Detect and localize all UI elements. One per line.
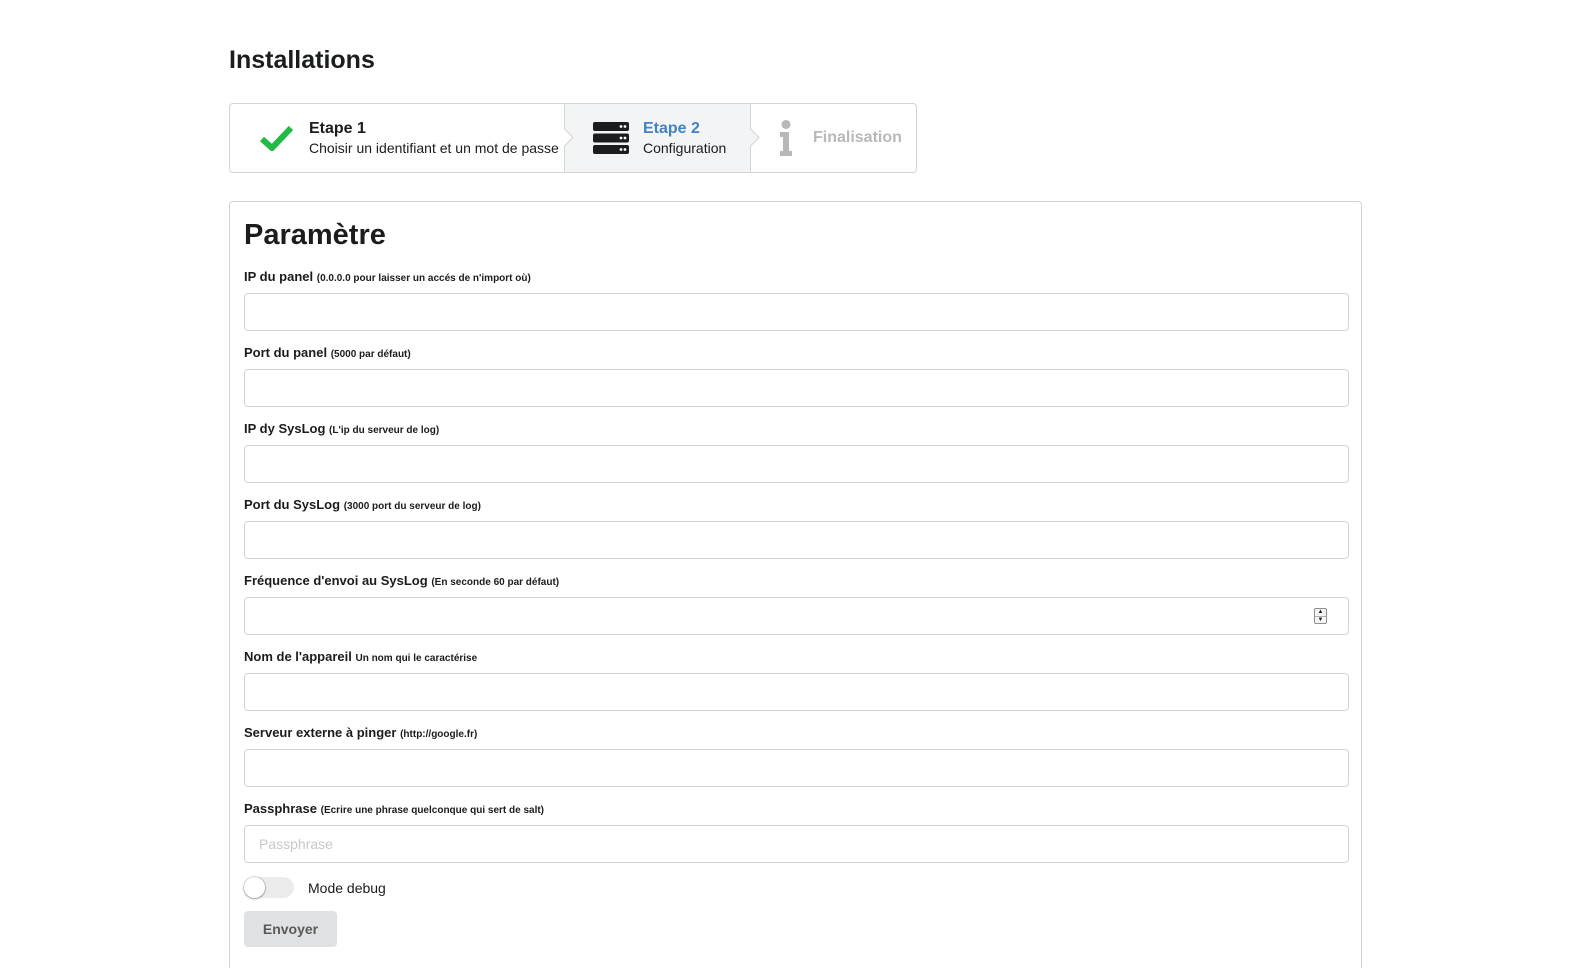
step-2[interactable]: Etape 2 Configuration [565, 104, 760, 172]
field-label: IP dy SysLog (L'ip du serveur de log) [244, 421, 440, 436]
field-hint: (Ecrire une phrase quelconque qui sert d… [320, 805, 545, 816]
field-device-name: Nom de l'appareil Un nom qui le caractér… [244, 648, 1349, 711]
field-hint: (3000 port du serveur de log) [343, 501, 481, 512]
step-2-description: Configuration [643, 140, 727, 156]
page-title: Installations [229, 46, 375, 74]
step-3-title: Finalisation [813, 129, 902, 146]
field-ping-server: Serveur externe à pinger (http://google.… [244, 724, 1349, 787]
ping-server-input[interactable] [244, 749, 1349, 787]
debug-toggle[interactable] [244, 877, 294, 898]
field-syslog-frequency: Fréquence d'envoi au SysLog (En seconde … [244, 572, 1349, 635]
field-hint: (5000 par défaut) [330, 349, 411, 360]
form-title: Paramètre [244, 219, 386, 251]
toggle-knob [244, 877, 265, 898]
field-label: Port du panel (5000 par défaut) [244, 345, 411, 360]
step-1-title: Etape 1 [309, 120, 366, 137]
field-label: Serveur externe à pinger (http://google.… [244, 725, 478, 740]
field-label: Nom de l'appareil Un nom qui le caractér… [244, 649, 478, 664]
field-hint: Un nom qui le caractérise [355, 653, 478, 664]
spin-down-icon[interactable]: ▼ [1315, 617, 1326, 624]
field-passphrase: Passphrase (Ecrire une phrase quelconque… [244, 800, 1349, 863]
field-panel-ip: IP du panel (0.0.0.0 pour laisser un acc… [244, 268, 1349, 331]
checkmark-icon [260, 125, 293, 151]
info-icon [779, 120, 793, 156]
field-label: Port du SysLog (3000 port du serveur de … [244, 497, 481, 512]
passphrase-input[interactable] [244, 825, 1349, 863]
installation-page: Installations Etape 1 Choisir un identif… [0, 0, 1583, 968]
spin-up-icon[interactable]: ▲ [1315, 609, 1326, 617]
step-2-title: Etape 2 [643, 120, 700, 137]
field-hint: (http://google.fr) [400, 729, 478, 740]
syslog-port-input[interactable] [244, 521, 1349, 559]
debug-toggle-row: Mode debug [244, 877, 386, 898]
steps-bar: Etape 1 Choisir un identifiant et un mot… [229, 103, 917, 173]
syslog-frequency-input[interactable] [244, 597, 1349, 635]
step-finalisation[interactable]: Finalisation [751, 104, 916, 172]
submit-button[interactable]: Envoyer [244, 911, 337, 947]
field-hint: (0.0.0.0 pour laisser un accés de n'impo… [316, 273, 531, 284]
debug-toggle-label: Mode debug [308, 879, 386, 896]
step-1[interactable]: Etape 1 Choisir un identifiant et un mot… [230, 104, 574, 172]
number-spinner[interactable]: ▲ ▼ [1314, 608, 1327, 624]
step-1-description: Choisir un identifiant et un mot de pass… [309, 140, 559, 156]
field-syslog-ip: IP dy SysLog (L'ip du serveur de log) [244, 420, 1349, 483]
field-label: IP du panel (0.0.0.0 pour laisser un acc… [244, 269, 531, 284]
field-hint: (L'ip du serveur de log) [329, 425, 440, 436]
field-label: Fréquence d'envoi au SysLog (En seconde … [244, 573, 560, 588]
field-hint: (En seconde 60 par défaut) [431, 577, 560, 588]
field-panel-port: Port du panel (5000 par défaut) [244, 344, 1349, 407]
field-label: Passphrase (Ecrire une phrase quelconque… [244, 801, 545, 816]
field-syslog-port: Port du SysLog (3000 port du serveur de … [244, 496, 1349, 559]
device-name-input[interactable] [244, 673, 1349, 711]
syslog-ip-input[interactable] [244, 445, 1349, 483]
panel-port-input[interactable] [244, 369, 1349, 407]
panel-ip-input[interactable] [244, 293, 1349, 331]
server-icon [593, 122, 629, 154]
settings-form: Paramètre IP du panel (0.0.0.0 pour lais… [229, 201, 1362, 968]
